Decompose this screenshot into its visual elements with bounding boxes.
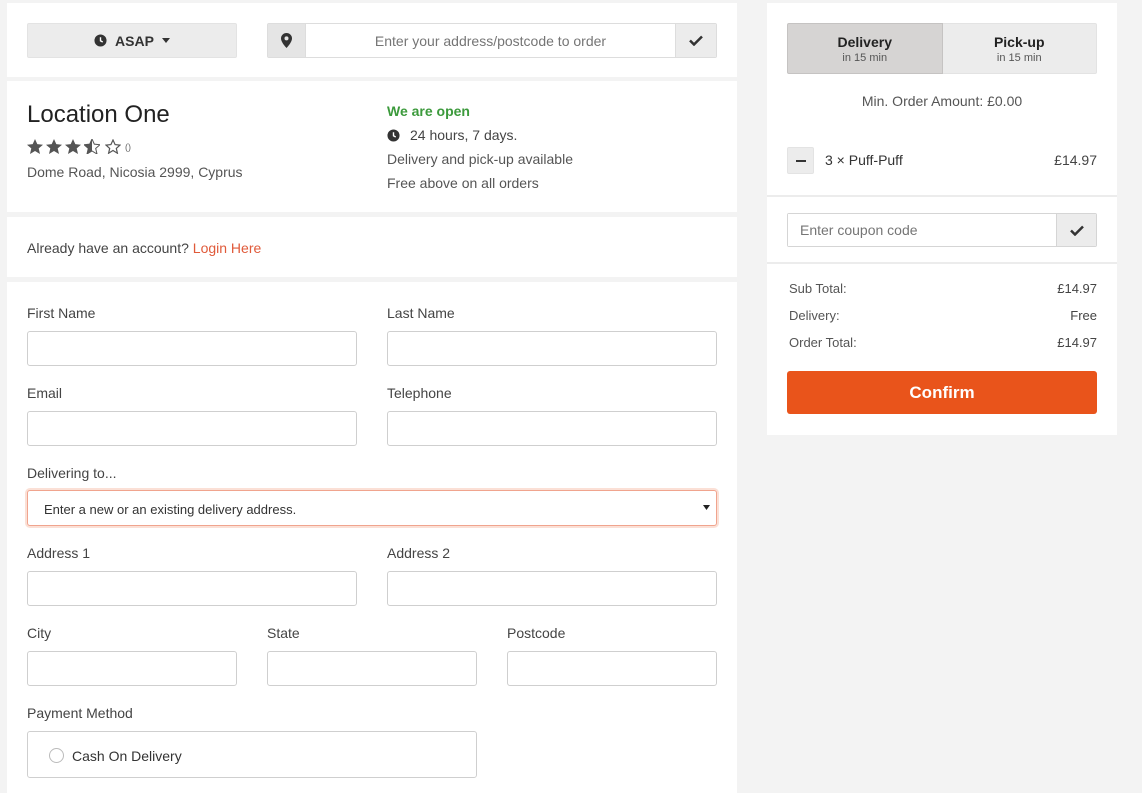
confirm-button[interactable]: Confirm — [787, 371, 1097, 414]
opening-hours: 24 hours, 7 days. — [387, 127, 517, 143]
payment-option-label: Cash On Delivery — [72, 748, 182, 764]
delivery-fee-value: Free — [1070, 308, 1097, 323]
login-prompt: Already have an account? Login Here — [27, 240, 261, 256]
tab-pickup[interactable]: Pick-up in 15 min — [942, 23, 1097, 74]
cart-item-name: Puff-Puff — [848, 152, 903, 168]
min-order-amount: Min. Order Amount: £0.00 — [861, 93, 1023, 109]
star-half-icon — [84, 139, 100, 154]
radio-button[interactable] — [49, 748, 64, 763]
star-full-icon — [27, 139, 43, 154]
email-label: Email — [27, 385, 63, 401]
address-search-group — [267, 23, 717, 58]
delivery-address-select[interactable]: Enter a new or an existing delivery addr… — [27, 490, 717, 526]
tab-pickup-title: Pick-up — [993, 33, 1045, 50]
order-time-button[interactable]: ASAP — [27, 23, 237, 58]
address2-label: Address 2 — [387, 545, 451, 561]
address-input[interactable] — [305, 24, 676, 57]
tab-delivery-sub: in 15 min — [842, 51, 888, 64]
account-panel: Already have an account? Login Here — [7, 217, 737, 277]
order-total-value: £14.97 — [1057, 335, 1097, 350]
address-submit-button[interactable] — [676, 24, 716, 57]
login-prompt-text: Already have an account? — [27, 240, 189, 256]
tab-delivery-title: Delivery — [837, 33, 892, 50]
subtotal-label: Sub Total: — [789, 281, 847, 296]
free-delivery-note: Free above on all orders — [387, 175, 539, 191]
cart-item-price: £14.97 — [1054, 152, 1097, 168]
city-label: City — [27, 625, 52, 641]
tab-delivery[interactable]: Delivery in 15 min — [787, 23, 943, 74]
decrease-quantity-button[interactable] — [787, 147, 814, 174]
login-link[interactable]: Login Here — [193, 240, 262, 256]
star-empty-icon — [105, 139, 121, 154]
last-name-label: Last Name — [387, 305, 455, 321]
star-full-icon — [46, 139, 62, 154]
state-label: State — [267, 625, 300, 641]
select-caret-icon — [703, 505, 710, 510]
caret-down-icon — [161, 38, 170, 43]
delivery-address-select-value: Enter a new or an existing delivery addr… — [44, 502, 297, 517]
cart-panel: Delivery in 15 min Pick-up in 15 min Min… — [767, 3, 1117, 435]
location-pin-icon — [268, 24, 305, 57]
open-status: We are open — [387, 103, 470, 119]
cart-item: 3 × Puff-Puff — [825, 152, 903, 168]
first-name-label: First Name — [27, 305, 96, 321]
order-total-label: Order Total: — [789, 335, 857, 350]
check-icon — [1069, 225, 1084, 236]
coupon-input[interactable] — [788, 214, 1056, 246]
email-input[interactable] — [27, 411, 357, 446]
postcode-label: Postcode — [507, 625, 566, 641]
apply-coupon-button[interactable] — [1056, 214, 1096, 246]
star-full-icon — [65, 139, 81, 154]
state-input[interactable] — [267, 651, 477, 686]
cart-item-qty: 3 × — [825, 152, 845, 168]
divider — [767, 195, 1117, 197]
minus-icon — [795, 159, 806, 162]
postcode-input[interactable] — [507, 651, 717, 686]
city-input[interactable] — [27, 651, 237, 686]
order-type-toggle: Delivery in 15 min Pick-up in 15 min — [787, 23, 1097, 74]
address1-input[interactable] — [27, 571, 357, 606]
clock-icon — [387, 128, 400, 142]
coupon-group — [787, 213, 1097, 247]
tab-pickup-sub: in 15 min — [996, 51, 1042, 64]
location-name: Location One — [27, 101, 170, 128]
location-address: Dome Road, Nicosia 2999, Cyprus — [27, 164, 243, 180]
telephone-input[interactable] — [387, 411, 717, 446]
clock-icon — [94, 34, 107, 47]
top-bar: ASAP — [7, 3, 737, 77]
delivering-to-label: Delivering to... — [27, 465, 117, 481]
checkout-form: First Name Last Name Email Telephone Del… — [7, 282, 737, 793]
location-panel: Location One () Dome Road, Nicosia 2999,… — [7, 81, 737, 212]
services-text: Delivery and pick-up available — [387, 151, 573, 167]
star-rating: () — [27, 139, 131, 154]
telephone-label: Telephone — [387, 385, 452, 401]
address2-input[interactable] — [387, 571, 717, 606]
hours-text: 24 hours, 7 days. — [410, 127, 518, 143]
address1-label: Address 1 — [27, 545, 91, 561]
payment-method-label: Payment Method — [27, 705, 133, 721]
order-time-label: ASAP — [115, 32, 154, 49]
payment-option-cash[interactable]: Cash On Delivery — [27, 731, 477, 778]
first-name-input[interactable] — [27, 331, 357, 366]
divider — [767, 262, 1117, 264]
check-icon — [689, 35, 703, 46]
delivery-fee-label: Delivery: — [789, 308, 840, 323]
subtotal-value: £14.97 — [1057, 281, 1097, 296]
review-count: () — [125, 141, 131, 152]
last-name-input[interactable] — [387, 331, 717, 366]
